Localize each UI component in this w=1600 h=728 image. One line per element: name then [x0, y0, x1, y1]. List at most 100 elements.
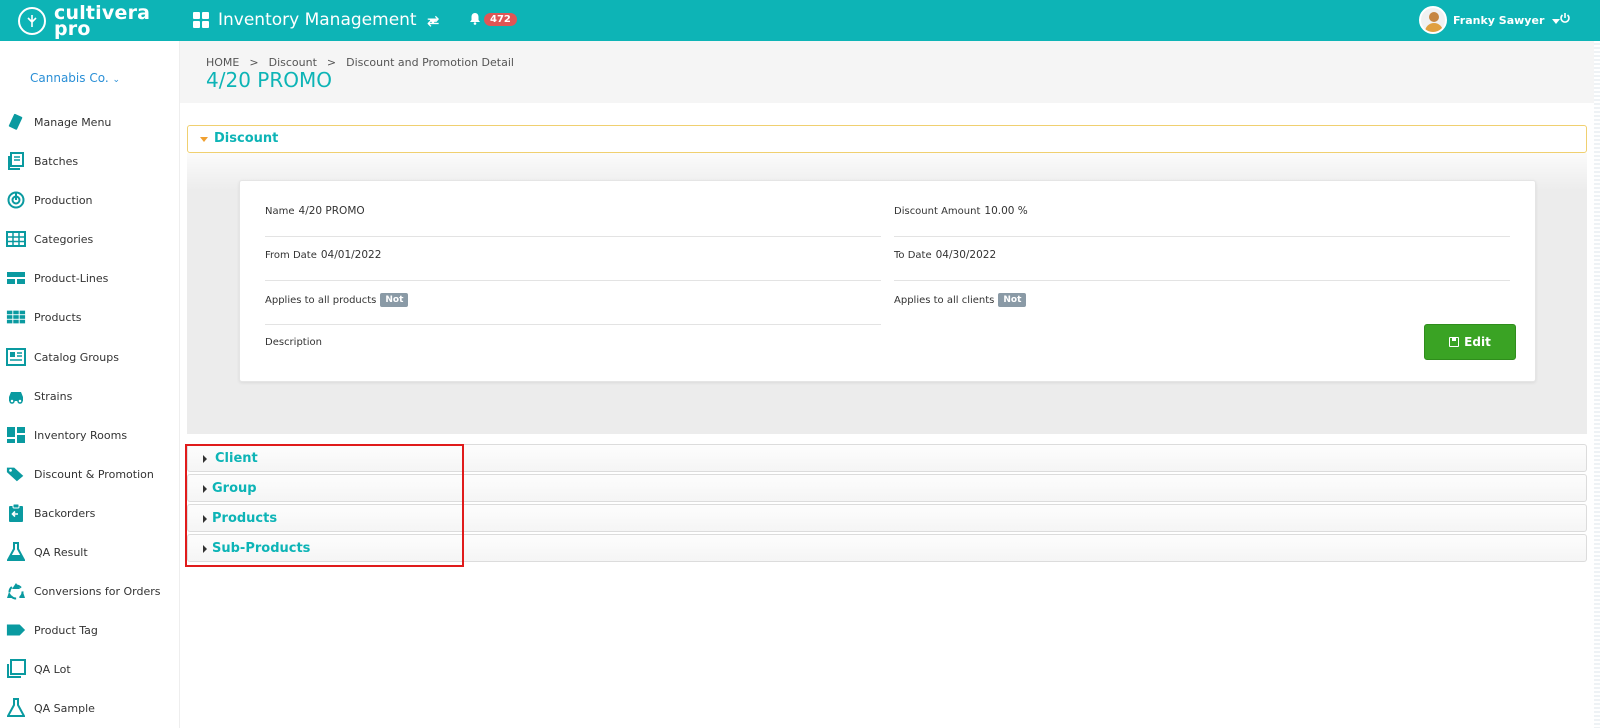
sidebar-item-product-lines[interactable]: Product-Lines: [6, 267, 108, 289]
table-icon: [6, 230, 26, 248]
notification-count-badge[interactable]: 472: [484, 13, 517, 26]
discount-amount-field: Discount Amount 10.00 %: [894, 205, 1028, 217]
app-switcher[interactable]: Inventory Management: [193, 10, 437, 30]
divider: [265, 236, 881, 237]
tags-icon: [6, 465, 26, 483]
sidebar-item-backorders[interactable]: Backorders: [6, 502, 95, 524]
sidebar-item-discount-promotion[interactable]: Discount & Promotion: [6, 463, 154, 485]
brand-name: cultivera pro: [54, 3, 150, 38]
sidebar-item-batches[interactable]: Batches: [6, 150, 78, 172]
copy-icon: [6, 659, 26, 678]
breadcrumb-current: Discount and Promotion Detail: [346, 56, 514, 69]
flask-icon: [6, 542, 26, 561]
panel-title: Discount: [214, 131, 279, 146]
sidebar-item-qa-sample[interactable]: QA Sample: [6, 697, 95, 719]
status-badge: Not: [998, 293, 1027, 307]
caret-down-icon: [200, 137, 208, 142]
bell-icon[interactable]: [469, 12, 481, 29]
backorders-icon: [6, 503, 26, 522]
apps-grid-icon: [193, 12, 209, 28]
section-group[interactable]: Group: [187, 474, 1587, 502]
section-title: Products: [212, 511, 278, 526]
recycle-icon: [6, 582, 26, 600]
discount-amount-label: Discount Amount: [894, 205, 981, 217]
sidebar-item-label: Product Tag: [34, 623, 98, 637]
sidebar-item-label: Categories: [34, 232, 94, 246]
leaf-icon: [18, 6, 46, 35]
applies-clients-label: Applies to all clients: [894, 294, 995, 306]
caret-right-icon: [203, 455, 207, 463]
grid-icon: [6, 308, 26, 326]
section-title: Group: [212, 481, 257, 496]
applies-products-field: Applies to all products Not: [265, 293, 409, 307]
sidebar-item-label: Manage Menu: [34, 115, 112, 129]
rooms-icon: [6, 426, 26, 444]
divider: [265, 280, 881, 281]
sidebar-item-products[interactable]: Products: [6, 306, 82, 328]
divider: [894, 236, 1510, 237]
sidebar-item-production[interactable]: Production: [6, 189, 93, 211]
strains-icon: [6, 387, 26, 405]
description-field: Description: [265, 337, 322, 348]
name-value: 4/20 PROMO: [298, 205, 365, 217]
edit-button[interactable]: Edit: [1424, 324, 1516, 360]
to-date-value: 04/30/2022: [935, 249, 997, 261]
swap-arrows-icon[interactable]: ⇄: [427, 12, 440, 30]
flask-outline-icon: [6, 698, 26, 717]
section-title: Sub-Products: [212, 541, 311, 556]
sidebar-item-manage-menu[interactable]: Manage Menu: [6, 111, 111, 133]
sidebar-item-label: Product-Lines: [34, 271, 109, 285]
company-selector[interactable]: Cannabis Co. ⌄: [30, 71, 120, 85]
sidebar-item-qa-lot[interactable]: QA Lot: [6, 658, 71, 680]
section-sub-products[interactable]: Sub-Products: [187, 534, 1587, 562]
from-date-field: From Date 04/01/2022: [265, 249, 381, 261]
sidebar-item-label: Backorders: [34, 506, 96, 520]
avatar: [1419, 6, 1447, 34]
sidebar-item-label: Products: [34, 310, 82, 324]
section-products[interactable]: Products: [187, 504, 1587, 532]
applies-products-label: Applies to all products: [265, 294, 377, 306]
batches-icon: [6, 152, 26, 170]
sidebar-item-label: Inventory Rooms: [34, 428, 128, 442]
sidebar-item-label: Discount & Promotion: [34, 467, 154, 481]
sidebar-item-product-tag[interactable]: Product Tag: [6, 619, 98, 641]
sidebar-item-label: Batches: [34, 154, 79, 168]
power-icon[interactable]: [1559, 12, 1571, 28]
brand-logo[interactable]: cultivera pro: [18, 3, 150, 38]
product-lines-icon: [6, 269, 26, 287]
sidebar-item-label: QA Sample: [34, 701, 95, 715]
sidebar-item-strains[interactable]: Strains: [6, 385, 72, 407]
sidebar-item-label: Conversions for Orders: [34, 584, 161, 598]
applies-clients-field: Applies to all clients Not: [894, 293, 1027, 307]
discount-panel-header[interactable]: Discount: [187, 125, 1587, 153]
scrollbar[interactable]: [1594, 41, 1600, 728]
save-icon: [1449, 337, 1460, 347]
edit-button-label: Edit: [1464, 335, 1491, 349]
sidebar-item-label: Production: [34, 193, 93, 207]
status-badge: Not: [380, 293, 409, 307]
caret-right-icon: [203, 515, 207, 523]
user-menu[interactable]: Franky Sawyer: [1419, 6, 1561, 34]
to-date-field: To Date 04/30/2022: [894, 249, 996, 261]
divider: [265, 324, 881, 325]
tag-icon: [6, 621, 26, 639]
name-label: Name: [265, 205, 295, 217]
discount-amount-value: 10.00 %: [984, 205, 1028, 217]
section-client[interactable]: Client: [187, 444, 1587, 472]
chevron-down-icon: ⌄: [112, 75, 121, 85]
app-title: Inventory Management: [218, 10, 417, 30]
sidebar-item-categories[interactable]: Categories: [6, 228, 93, 250]
sidebar-item-catalog-groups[interactable]: Catalog Groups: [6, 346, 119, 368]
sidebar-item-qa-result[interactable]: QA Result: [6, 541, 88, 563]
section-title: Client: [215, 451, 258, 466]
to-date-label: To Date: [894, 249, 932, 261]
top-bar: cultivera pro Inventory Management ⇄ 472…: [0, 0, 1600, 41]
sidebar-item-inventory-rooms[interactable]: Inventory Rooms: [6, 424, 127, 446]
description-label: Description: [265, 337, 322, 348]
sidebar-item-label: QA Lot: [34, 662, 71, 676]
from-date-label: From Date: [265, 249, 317, 261]
user-name: Franky Sawyer: [1453, 13, 1545, 27]
divider: [894, 280, 1510, 281]
sidebar-item-conversions[interactable]: Conversions for Orders: [6, 580, 161, 602]
caret-right-icon: [203, 485, 207, 493]
